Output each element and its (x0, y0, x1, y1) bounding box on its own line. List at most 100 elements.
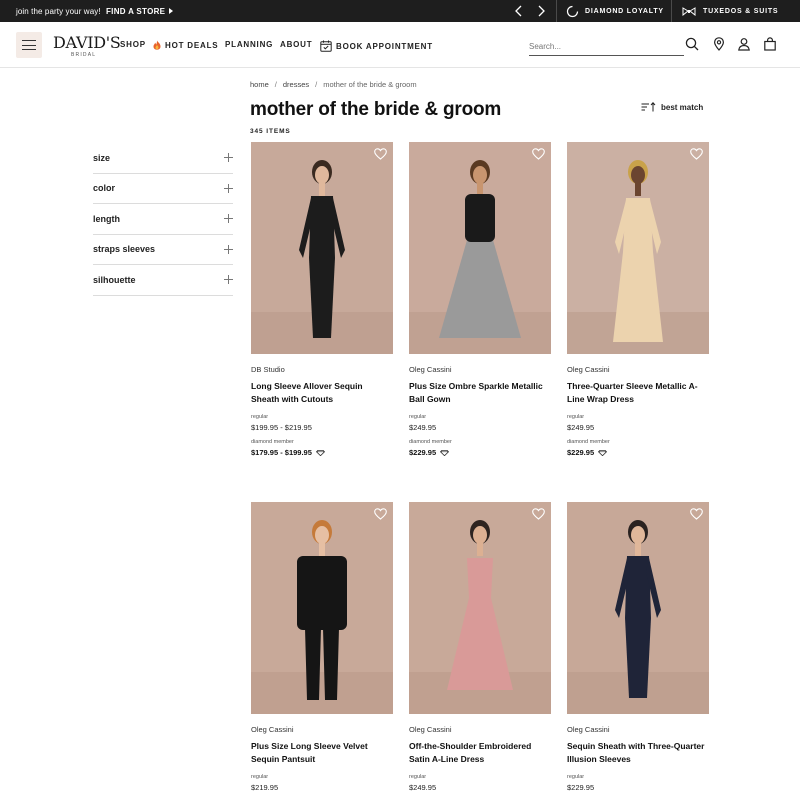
product-card[interactable]: Oleg Cassini Plus Size Ombre Sparkle Meta… (409, 142, 551, 457)
store-locator-pin-icon[interactable] (712, 37, 726, 51)
filter-size[interactable]: size (93, 143, 233, 174)
filter-label: color (93, 183, 116, 194)
regular-price: $229.95 (567, 783, 595, 792)
hamburger-menu-icon[interactable] (16, 32, 42, 58)
product-name[interactable]: Sequin Sheath with Three-Quarter Illusio… (567, 740, 709, 766)
filter-label: length (93, 213, 120, 224)
search-icon[interactable] (685, 37, 699, 51)
product-card[interactable]: Oleg Cassini Sequin Sheath with Three-Qua… (567, 502, 709, 792)
sort-label: best match (661, 102, 704, 112)
regular-price: $249.95 (567, 423, 595, 432)
heart-icon[interactable] (532, 508, 545, 520)
filter-straps-sleeves[interactable]: straps sleeves (93, 235, 233, 265)
brand-logo-sub: BRIDAL (71, 52, 97, 58)
chevron-right-icon[interactable] (534, 4, 548, 18)
item-count: 345 ITEMS (250, 128, 291, 135)
diamond-loyalty-label: DIAMOND LOYALTY (585, 7, 664, 15)
nav-about[interactable]: ABOUT (280, 40, 312, 49)
product-name[interactable]: Three-Quarter Sleeve Metallic A-Line Wra… (567, 380, 709, 406)
product-image (251, 502, 393, 714)
product-image-frame[interactable] (251, 142, 393, 354)
search-input[interactable] (529, 37, 684, 56)
regular-price-label: regular (251, 414, 269, 420)
product-image-frame[interactable] (567, 502, 709, 714)
nav-shop-label: SHOP (120, 40, 146, 49)
product-image (567, 142, 709, 354)
product-image-frame[interactable] (409, 502, 551, 714)
tuxedos-suits-link[interactable]: TUXEDOS & SUITS (682, 4, 778, 18)
product-card[interactable]: DB Studio Long Sleeve Allover Sequin Shea… (251, 142, 393, 457)
product-card[interactable]: Oleg Cassini Plus Size Long Sleeve Velvet… (251, 502, 393, 792)
filter-label: straps sleeves (93, 244, 156, 255)
product-card[interactable]: Oleg Cassini Three-Quarter Sleeve Metalli… (567, 142, 709, 457)
product-name[interactable]: Plus Size Long Sleeve Velvet Sequin Pant… (251, 740, 393, 766)
product-name[interactable]: Plus Size Ombre Sparkle Metallic Ball Go… (409, 380, 551, 406)
product-name[interactable]: Long Sleeve Allover Sequin Sheath with C… (251, 380, 393, 406)
member-price: $229.95 (567, 448, 709, 457)
filter-label: size (93, 152, 111, 163)
nav-book-appointment-label: BOOK APPOINTMENT (336, 41, 433, 51)
nav-shop[interactable]: SHOP (120, 40, 146, 49)
filter-color[interactable]: color (93, 174, 233, 204)
site-header: DAVID'S BRIDAL SHOP HOT DEALS PLANNING A… (0, 22, 800, 68)
regular-price: $249.95 (409, 783, 437, 792)
caret-right-icon (169, 8, 174, 14)
product-image-frame[interactable] (567, 142, 709, 354)
product-brand: Oleg Cassini (409, 725, 452, 734)
product-card[interactable]: Oleg Cassini Off-the-Shoulder Embroidered… (409, 502, 551, 792)
product-image (251, 142, 393, 354)
topbar-divider (671, 0, 672, 22)
find-store-label: FIND A STORE (106, 7, 166, 16)
heart-icon[interactable] (374, 148, 387, 160)
plus-icon (224, 183, 233, 193)
breadcrumb: home / dresses / mother of the bride & g… (250, 80, 417, 89)
find-store-link[interactable]: FIND A STORE (106, 7, 174, 16)
page-title: mother of the bride & groom (250, 99, 502, 120)
regular-price-label: regular (567, 774, 585, 780)
search-box (529, 36, 684, 56)
breadcrumb-home[interactable]: home (250, 80, 269, 89)
shopping-bag-icon[interactable] (763, 37, 777, 51)
product-brand: Oleg Cassini (567, 365, 610, 374)
diamond-icon (315, 449, 325, 456)
nav-hot-deals-label: HOT DEALS (165, 40, 219, 50)
product-image-frame[interactable] (251, 502, 393, 714)
loyalty-ring-icon (566, 5, 579, 17)
member-price-value: $229.95 (567, 448, 595, 457)
member-price-label: diamond member (409, 439, 452, 445)
flame-icon (153, 40, 161, 50)
nav-hot-deals[interactable]: HOT DEALS (153, 40, 218, 50)
filter-length[interactable]: length (93, 204, 233, 235)
diamond-loyalty-link[interactable]: DIAMOND LOYALTY (566, 4, 664, 18)
breadcrumb-dresses[interactable]: dresses (283, 80, 309, 89)
filter-silhouette[interactable]: silhouette (93, 265, 233, 296)
sort-icon (641, 102, 656, 112)
chevron-left-icon[interactable] (512, 4, 526, 18)
regular-price-label: regular (409, 774, 427, 780)
nav-planning-label: PLANNING (225, 40, 274, 49)
heart-icon[interactable] (532, 148, 545, 160)
plus-icon (224, 153, 233, 163)
plus-icon (224, 275, 233, 285)
product-brand: Oleg Cassini (409, 365, 452, 374)
promo-bar: join the party your way! FIND A STORE DI… (0, 0, 800, 22)
product-brand: DB Studio (251, 365, 285, 374)
heart-icon[interactable] (374, 508, 387, 520)
product-name[interactable]: Off-the-Shoulder Embroidered Satin A-Lin… (409, 740, 551, 766)
product-image (567, 502, 709, 714)
breadcrumb-separator: / (315, 80, 318, 89)
plus-icon (224, 214, 233, 224)
account-user-icon[interactable] (737, 37, 751, 51)
member-price-value: $179.95 - $199.95 (251, 448, 312, 457)
brand-logo[interactable]: DAVID'S (53, 33, 121, 52)
sort-dropdown[interactable]: best match (641, 102, 703, 112)
heart-icon[interactable] (690, 148, 703, 160)
calendar-icon (320, 40, 332, 52)
nav-planning[interactable]: PLANNING (225, 40, 273, 49)
regular-price: $249.95 (409, 423, 437, 432)
plus-icon (224, 244, 233, 254)
product-image-frame[interactable] (409, 142, 551, 354)
heart-icon[interactable] (690, 508, 703, 520)
nav-book-appointment[interactable]: BOOK APPOINTMENT (320, 40, 433, 52)
diamond-icon (598, 449, 608, 456)
